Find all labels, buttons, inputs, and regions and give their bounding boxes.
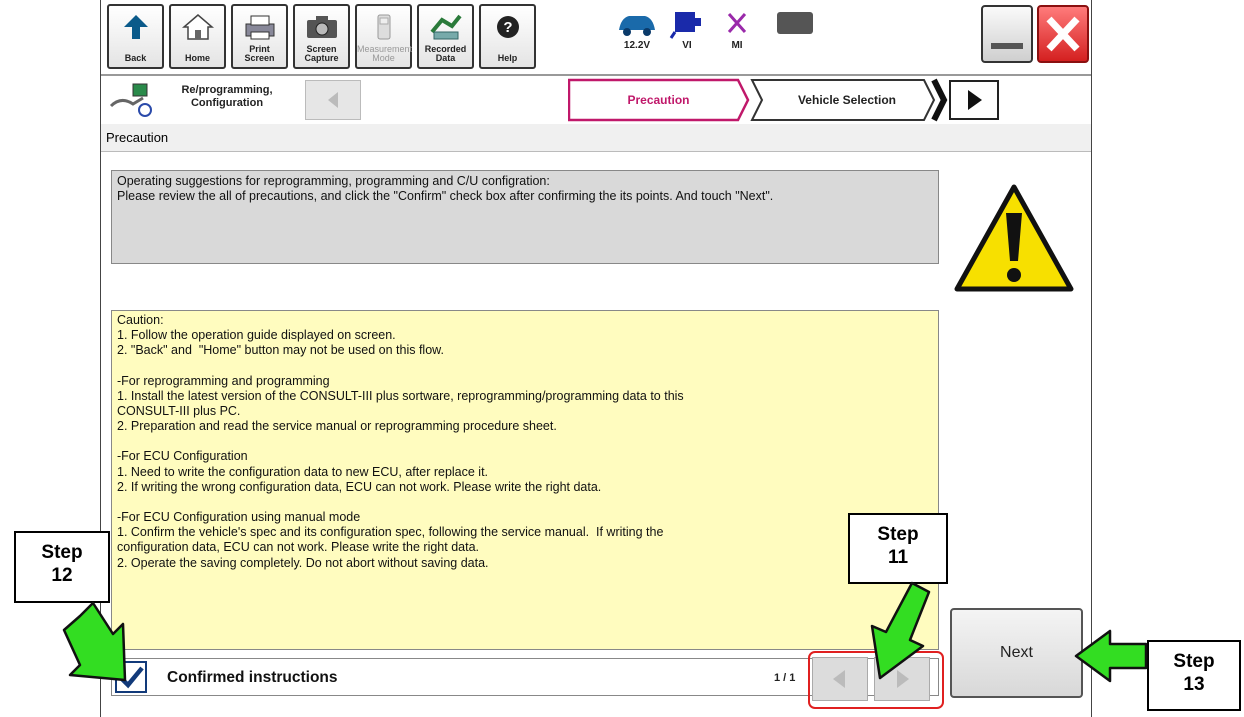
- screen-capture-label: Screen Capture: [304, 44, 339, 63]
- caution-line: 2. Preparation and read the service manu…: [117, 419, 557, 434]
- warning-icon: [954, 184, 1074, 292]
- caution-line: 2. If writing the wrong configuration da…: [117, 479, 602, 494]
- screen-capture-button[interactable]: Screen Capture: [293, 4, 350, 69]
- meter-icon: [377, 14, 390, 40]
- minimize-button[interactable]: [981, 5, 1033, 63]
- vi-connector-icon: [669, 12, 701, 39]
- vi-status: VI: [663, 8, 711, 68]
- info-box: Operating suggestions for reprogramming,…: [111, 170, 939, 264]
- next-button[interactable]: Next: [950, 608, 1083, 698]
- right-arrow-icon: [968, 90, 982, 110]
- left-arrow-icon: [328, 92, 338, 108]
- callout-step-13-word: Step: [1173, 651, 1215, 672]
- caution-line: configuration data, ECU can not work. Pl…: [117, 540, 479, 555]
- caution-line: -For ECU Configuration using manual mode: [117, 510, 361, 525]
- callout-step-13: Step 13: [1147, 640, 1241, 711]
- back-arrow-icon: [123, 15, 148, 39]
- printer-icon: [245, 15, 274, 40]
- voltage-label: 12.2V: [623, 40, 651, 51]
- callout-step-12-word: Step: [41, 542, 83, 563]
- info-line-1: Operating suggestions for reprogramming,…: [117, 174, 550, 188]
- callout-step-11: Step 11: [848, 513, 948, 584]
- camera-icon: [306, 16, 337, 38]
- callout-step-13-number: 13: [1183, 674, 1205, 695]
- caution-line: 1. Need to write the configuration data …: [117, 464, 489, 479]
- svg-text:?: ?: [503, 19, 512, 36]
- confirm-label: Confirmed instructions: [167, 669, 338, 686]
- toolbar: Back Home Print Screen Screen Capture Me…: [101, 0, 1091, 76]
- reprogramming-icon: [109, 83, 152, 117]
- navigation-row: Re/programming, Configuration Precaution…: [101, 76, 1091, 126]
- caution-line: Caution:: [117, 313, 164, 327]
- mi-status: MI: [713, 8, 761, 68]
- callout-step-12: Step 12: [14, 531, 110, 603]
- caution-box: Caution: 1. Follow the operation guide d…: [111, 310, 939, 650]
- main-content: Operating suggestions for reprogramming,…: [101, 153, 1091, 717]
- help-icon: ?: [496, 16, 519, 38]
- measurement-mode-button[interactable]: Measurement Mode: [355, 4, 412, 69]
- caution-line: 1. Follow the operation guide displayed …: [117, 328, 396, 343]
- breadcrumb: Re/programming, Configuration: [181, 84, 273, 109]
- caution-line: 1. Confirm the vehicle's spec and its co…: [117, 525, 664, 540]
- caution-line: [117, 359, 933, 374]
- measurement-mode-label: Measurement Mode: [357, 44, 413, 63]
- recorded-data-button[interactable]: Recorded Data: [417, 4, 474, 69]
- next-step-button[interactable]: [949, 80, 999, 120]
- callout-step-11-word: Step: [877, 524, 919, 545]
- home-label: Home: [184, 53, 210, 63]
- page-indicator: 1 / 1: [774, 672, 796, 684]
- caution-line: 1. Install the latest version of the CON…: [117, 388, 684, 403]
- vi-label: VI: [682, 40, 692, 51]
- mi-cross-icon: [727, 13, 747, 33]
- caution-line: 2. "Back" and "Home" button may not be u…: [117, 343, 444, 358]
- recorded-data-label: Recorded Data: [424, 44, 467, 63]
- car-battery-icon: [619, 16, 655, 36]
- device-status-icon: [777, 12, 813, 34]
- consult-app-window: Back Home Print Screen Screen Capture Me…: [100, 0, 1092, 717]
- data-icon: [429, 14, 462, 40]
- close-icon: [1046, 16, 1080, 52]
- print-screen-label: Print Screen: [244, 44, 275, 63]
- minimize-icon: [991, 43, 1023, 49]
- step-precaution: Precaution: [627, 93, 690, 107]
- home-icon: [181, 14, 214, 40]
- battery-status: 12.2V: [613, 8, 661, 68]
- section-title: Precaution: [101, 124, 1091, 152]
- caution-line: -For ECU Configuration: [117, 449, 248, 464]
- callout-step-11-number: 11: [887, 547, 909, 568]
- confirm-checkbox[interactable]: [115, 661, 147, 693]
- close-button[interactable]: [1037, 5, 1089, 63]
- caution-line: CONSULT-III plus PC.: [117, 404, 241, 419]
- print-screen-button[interactable]: Print Screen: [231, 4, 288, 69]
- back-button[interactable]: Back: [107, 4, 164, 69]
- page-buttons-highlight: [808, 651, 944, 709]
- callout-step-12-number: 12: [51, 565, 73, 586]
- mi-label: MI: [731, 40, 743, 51]
- prev-step-button[interactable]: [305, 80, 361, 120]
- caution-line: [117, 434, 933, 449]
- help-button[interactable]: ? Help: [479, 4, 536, 69]
- checkmark-icon: [118, 666, 144, 689]
- caution-line: 2. Operate the saving completely. Do not…: [117, 555, 489, 570]
- home-button[interactable]: Home: [169, 4, 226, 69]
- caution-line: [117, 495, 933, 510]
- caution-line: -For reprogramming and programming: [117, 373, 330, 388]
- help-label: Help: [497, 53, 518, 63]
- info-line-2: Please review the all of precautions, an…: [117, 189, 774, 203]
- back-label: Back: [124, 53, 147, 63]
- step-vehicle-selection: Vehicle Selection: [797, 93, 897, 107]
